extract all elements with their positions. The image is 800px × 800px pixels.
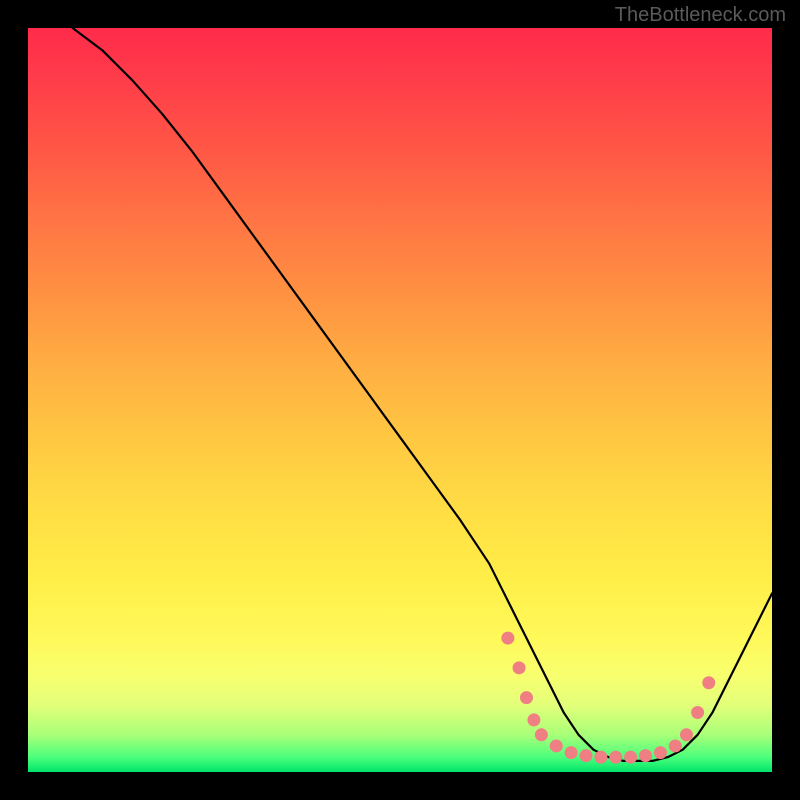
attribution-text: TheBottleneck.com	[615, 4, 786, 27]
highlight-markers	[28, 28, 772, 772]
plot-area	[28, 28, 772, 772]
